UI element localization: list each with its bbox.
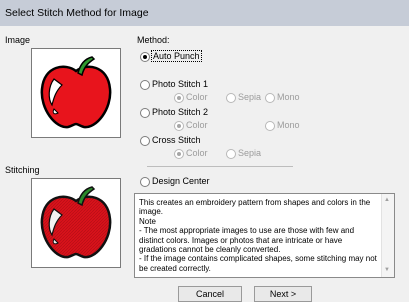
photo2-mono-radio <box>265 121 275 131</box>
photo-stitch-1-radio[interactable] <box>140 80 150 90</box>
design-center-label[interactable]: Design Center <box>152 176 210 186</box>
photo2-color-radio <box>174 121 184 131</box>
photo1-color-radio <box>174 93 184 103</box>
photo1-sepia-radio <box>226 93 236 103</box>
stitching-label: Stitching <box>5 165 40 175</box>
description-box[interactable]: This creates an embroidery pattern from … <box>134 193 395 278</box>
description-text: This creates an embroidery pattern from … <box>139 198 377 273</box>
photo-stitch-2-label[interactable]: Photo Stitch 2 <box>152 107 208 117</box>
description-scrollbar[interactable]: ▲ ▼ <box>381 194 394 277</box>
cross-stitch-label[interactable]: Cross Stitch <box>152 135 201 145</box>
photo2-mono-label: Mono <box>277 120 300 130</box>
photo2-color-label: Color <box>186 120 208 130</box>
cancel-button[interactable]: Cancel <box>178 286 242 302</box>
photo1-mono-label: Mono <box>277 92 300 102</box>
method-label: Method: <box>137 35 170 45</box>
image-label: Image <box>5 35 31 45</box>
photo-stitch-1-label[interactable]: Photo Stitch 1 <box>152 79 208 89</box>
photo-stitch-2-radio[interactable] <box>140 108 150 118</box>
cross-sepia-label: Sepia <box>238 148 262 158</box>
scroll-up-icon[interactable]: ▲ <box>384 197 390 203</box>
design-center-radio[interactable] <box>140 177 150 187</box>
scroll-down-icon[interactable]: ▼ <box>384 267 390 273</box>
photo1-sepia-label: Sepia <box>238 92 262 102</box>
cross-color-label: Color <box>186 148 208 158</box>
next-button[interactable]: Next > <box>254 286 312 302</box>
cross-sepia-radio <box>226 149 236 159</box>
cross-stitch-radio[interactable] <box>140 136 150 146</box>
separator <box>147 166 293 167</box>
photo1-color-label: Color <box>186 92 208 102</box>
photo1-mono-radio <box>265 93 275 103</box>
auto-punch-label[interactable]: Auto Punch <box>151 50 202 62</box>
title-bar: Select Stitch Method for Image <box>0 0 409 26</box>
stitching-preview <box>31 178 121 268</box>
auto-punch-radio[interactable] <box>140 52 150 62</box>
apple-image <box>40 56 112 129</box>
stitched-apple-image <box>40 186 112 259</box>
source-image-preview <box>31 48 121 138</box>
cross-color-radio <box>174 149 184 159</box>
window-title: Select Stitch Method for Image <box>5 7 149 19</box>
